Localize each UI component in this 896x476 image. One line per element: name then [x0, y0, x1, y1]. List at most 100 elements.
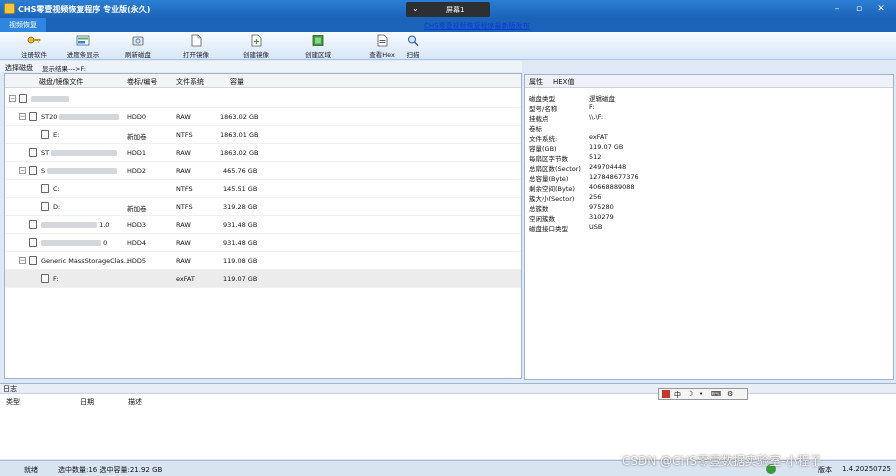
collapse-icon[interactable]: −	[9, 95, 16, 102]
properties-panel: 属性 HEX值 磁盘类型 逻辑磁盘 型号/名称 F: 挂载点 \\.\F: 卷标 文件系统: e…	[524, 74, 894, 380]
property-key: 容量(GB)	[529, 145, 557, 153]
table-row[interactable]: − Generic MassStorageClas... HDD5 RAW 11…	[5, 252, 521, 270]
redacted-name	[31, 96, 69, 102]
disk-label: HDD2	[127, 167, 147, 175]
hard-disk-icon	[29, 238, 37, 247]
announcement-link[interactable]: CHS零壹视频恢复程序最新版发布	[424, 21, 530, 31]
register-button[interactable]: 注册软件	[18, 34, 50, 59]
display-result-label: 显示结果--->F:	[42, 65, 86, 73]
disk-name: 0	[103, 239, 108, 247]
partition-name: F:	[53, 275, 59, 283]
property-key: 磁盘接口类型	[529, 225, 568, 233]
table-row[interactable]: ST HDD1 RAW 1863.02 GB	[5, 144, 521, 162]
open-image-button[interactable]: 打开镜像	[174, 34, 218, 59]
table-row[interactable]: E: 新加卷 NTFS 1863.01 GB	[5, 126, 521, 144]
table-row[interactable]: − ST20 HDD0 RAW 1863.02 GB	[5, 108, 521, 126]
property-value: 249704448	[589, 163, 627, 171]
disk-name: 1.0	[99, 221, 110, 229]
create-region-button[interactable]: 创建区域	[296, 34, 340, 59]
property-key: 簇大小(Sector)	[529, 195, 575, 203]
partition-name: C:	[53, 185, 60, 193]
disk-fs: RAW	[176, 167, 191, 175]
table-row[interactable]: D: 新加卷 NTFS 319.28 GB	[5, 198, 521, 216]
log-col-type[interactable]: 类型	[6, 397, 20, 407]
partition-fs: NTFS	[176, 203, 193, 211]
open-image-icon	[191, 34, 202, 47]
table-row[interactable]: 1.0 HDD3 RAW 931.48 GB	[5, 216, 521, 234]
create-image-button[interactable]: 创建镜像	[234, 34, 278, 59]
status-selection: 选中数量:16 选中容量:21.92 GB	[58, 466, 163, 474]
property-value: 310279	[589, 213, 614, 221]
property-key: 总簇数	[529, 205, 549, 213]
collapse-icon[interactable]: −	[19, 167, 26, 174]
table-row[interactable]: C: NTFS 145.51 GB	[5, 180, 521, 198]
property-value: exFAT	[589, 133, 608, 141]
disk-fs: RAW	[176, 149, 191, 157]
disk-label: HDD5	[127, 257, 147, 265]
progress-bar-button[interactable]: 进度条显示	[60, 34, 106, 59]
partition-fs: NTFS	[176, 131, 193, 139]
collapse-icon[interactable]: −	[19, 257, 26, 264]
table-row[interactable]: 0 HDD4 RAW 931.48 GB	[5, 234, 521, 252]
log-titlebar: 日志	[0, 383, 896, 393]
table-row-selected[interactable]: F: exFAT 119.07 GB	[5, 270, 521, 288]
property-value: 逻辑磁盘	[589, 95, 615, 103]
property-value: \\.\F:	[589, 113, 604, 121]
hard-disk-icon	[29, 220, 37, 229]
disk-fs: RAW	[176, 113, 191, 121]
hex-icon	[377, 34, 388, 47]
disk-name: ST	[41, 149, 50, 157]
tab-properties[interactable]: 属性	[529, 77, 543, 87]
disk-label: HDD4	[127, 239, 147, 247]
disk-capacity: 931.48 GB	[223, 239, 258, 247]
ime-moon-icon[interactable]: ☽	[687, 390, 693, 398]
usb-disk-icon	[29, 256, 37, 265]
table-row[interactable]: − S HDD2 RAW 465.76 GB	[5, 162, 521, 180]
disk-fs: RAW	[176, 221, 191, 229]
close-icon[interactable]: ✕	[874, 2, 888, 16]
ime-settings-icon[interactable]: ⚙	[727, 390, 733, 398]
property-value: USB	[589, 223, 603, 231]
screen-selector[interactable]: ⌄ 屏幕1	[406, 2, 490, 17]
ime-punct-icon[interactable]: •	[699, 390, 703, 398]
scan-icon	[408, 35, 419, 47]
disk-capacity: 119.08 GB	[223, 257, 258, 265]
partition-label: 新加卷	[127, 205, 147, 213]
progress-icon	[76, 35, 90, 46]
log-col-desc[interactable]: 描述	[128, 397, 142, 407]
ribbon-toolbar: 注册软件 进度条显示 刷新磁盘 打开镜像 创建镜像 创建区域 查看Hex 扫描	[0, 32, 896, 60]
refresh-disk-button[interactable]: 刷新磁盘	[116, 34, 160, 59]
tab-video-recovery[interactable]: 视频恢复	[0, 18, 46, 32]
property-value: 127848677376	[589, 173, 639, 181]
collapse-icon[interactable]: −	[19, 113, 26, 120]
log-col-date[interactable]: 日期	[80, 397, 94, 407]
disk-fs: RAW	[176, 239, 191, 247]
watermark: CSDN @CHS零壹数据实验室-小程子	[622, 454, 822, 468]
col-fs[interactable]: 文件系统	[176, 77, 204, 87]
property-key: 文件系统:	[529, 135, 558, 143]
scan-button[interactable]: 扫描	[398, 34, 428, 59]
ime-chinese-mode[interactable]: 中	[674, 390, 681, 400]
partition-fs: NTFS	[176, 185, 193, 193]
refresh-disk-icon	[132, 36, 144, 46]
col-capacity[interactable]: 容量	[230, 77, 244, 87]
table-row[interactable]: −	[5, 90, 521, 108]
tab-hex[interactable]: HEX值	[553, 77, 574, 87]
hard-disk-icon	[29, 112, 37, 121]
partition-capacity: 1863.01 GB	[220, 131, 259, 139]
disk-name: Generic MassStorageClas...	[41, 257, 130, 265]
ime-toolbar[interactable]: 中 ☽ • ⌨ ⚙	[658, 388, 748, 400]
minimize-icon[interactable]: –	[830, 2, 844, 16]
disk-label: HDD3	[127, 221, 147, 229]
partition-icon	[41, 274, 49, 283]
col-disk[interactable]: 磁盘/镜像文件	[39, 77, 83, 87]
restore-icon[interactable]: ▫	[852, 2, 866, 16]
col-label[interactable]: 卷标/编号	[127, 77, 157, 87]
ime-keyboard-icon[interactable]: ⌨	[711, 390, 721, 398]
property-key: 磁盘类型	[529, 95, 555, 103]
property-value: F:	[589, 103, 595, 111]
property-value: 975280	[589, 203, 614, 211]
log-panel: 类型 日期 描述	[0, 393, 896, 459]
disk-capacity: 931.48 GB	[223, 221, 258, 229]
disk-capacity: 1863.02 GB	[220, 149, 259, 157]
